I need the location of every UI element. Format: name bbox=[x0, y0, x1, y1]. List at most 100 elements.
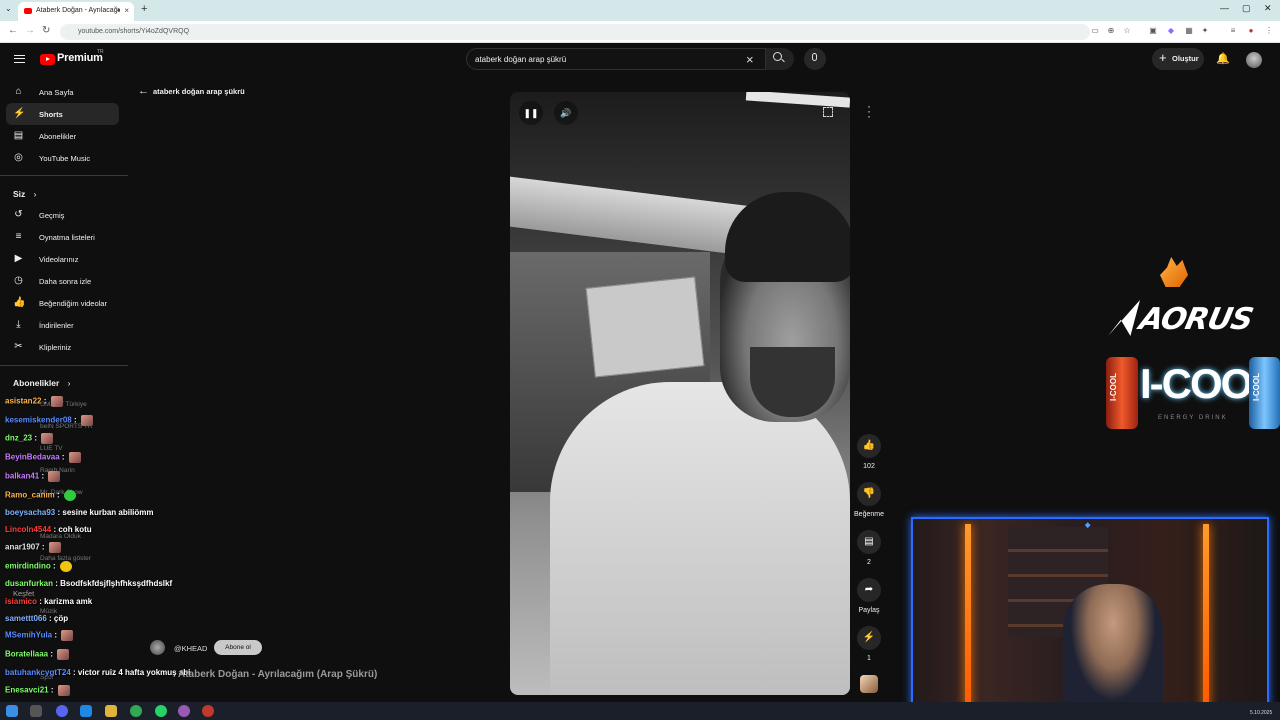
chat-emote-icon bbox=[68, 452, 81, 463]
youtube-logo-icon[interactable] bbox=[40, 54, 55, 65]
liked-icon: 👍 bbox=[13, 297, 26, 308]
url-field[interactable]: youtube.com/shorts/Yi4oZdQVRQQ bbox=[60, 24, 1090, 40]
webcam-frame-badge-icon: ◆ bbox=[1085, 522, 1091, 529]
browser-tab[interactable]: Ataberk Doğan - Ayrılacağı ◂ × bbox=[18, 2, 134, 21]
chat-message: batuhankcygtT24 : victor ruiz 4 hafta yo… bbox=[5, 668, 191, 677]
sidebar-item-playlists[interactable]: ≡ Oynatma listeleri bbox=[6, 226, 119, 248]
whatsapp-icon[interactable] bbox=[155, 705, 167, 717]
home-icon: ⌂ bbox=[15, 86, 22, 97]
remix-button[interactable]: ⚡ 1 bbox=[853, 626, 885, 662]
extension-icon[interactable]: ◆ bbox=[1166, 26, 1176, 36]
sidebar-item-subscriptions[interactable]: ▤ Abonelikler bbox=[6, 125, 119, 147]
extension-icon[interactable]: ▣ bbox=[1148, 26, 1158, 36]
zoom-icon[interactable]: ⊕ bbox=[1106, 26, 1116, 36]
back-to-search-link[interactable]: ataberk doğan arap şükrü bbox=[153, 87, 245, 96]
sidebar-item-liked-videos[interactable]: 👍 Beğendiğim videolar bbox=[6, 292, 119, 314]
clips-icon: ✂ bbox=[14, 341, 23, 352]
maximize-button[interactable]: ▢ bbox=[1242, 3, 1251, 14]
share-button[interactable]: ➦ Paylaş bbox=[853, 578, 885, 614]
forward-icon[interactable]: → bbox=[25, 25, 35, 36]
tab-close-icon[interactable]: × bbox=[124, 6, 129, 15]
youtube-logo-text[interactable]: Premium bbox=[57, 52, 103, 64]
profile-icon[interactable]: ● bbox=[1246, 26, 1256, 36]
clear-search-icon[interactable]: × bbox=[746, 52, 754, 67]
sidebar-item-clips[interactable]: ✂ Klipleriniz bbox=[6, 336, 119, 358]
chat-message: asistan22 : bbox=[5, 396, 63, 407]
account-avatar[interactable] bbox=[1246, 52, 1262, 68]
app-icon[interactable] bbox=[202, 705, 214, 717]
back-arrow-icon[interactable]: ← bbox=[138, 85, 149, 97]
sidebar-item-watch-later[interactable]: ◷ Daha sonra izle bbox=[6, 270, 119, 292]
sidebar-item-history[interactable]: ↺ Geçmiş bbox=[6, 204, 119, 226]
chat-message: dnz_23 : bbox=[5, 433, 54, 444]
can-label: I-COOL bbox=[1252, 373, 1261, 401]
discord-icon[interactable] bbox=[56, 705, 68, 717]
close-window-button[interactable]: ✕ bbox=[1264, 3, 1272, 14]
chat-message: anar1907 : bbox=[5, 542, 61, 553]
create-button[interactable]: + Oluştur bbox=[1152, 48, 1204, 70]
dislike-button[interactable]: 👎 Beğenme bbox=[853, 482, 885, 518]
search-input[interactable]: ataberk doğan arap şükrü × bbox=[466, 48, 766, 70]
chat-text: coh kotu bbox=[58, 525, 92, 534]
bookmark-star-icon[interactable]: ☆ bbox=[1122, 26, 1132, 36]
notifications-bell-icon[interactable]: 🔔 bbox=[1216, 52, 1230, 65]
your-videos-icon: ▶ bbox=[14, 253, 23, 264]
channel-name[interactable]: @KHEAD bbox=[174, 644, 207, 653]
sidebar-item-home[interactable]: ⌂ Ana Sayfa bbox=[6, 81, 119, 103]
hamburger-menu-icon[interactable] bbox=[14, 55, 25, 63]
comments-button[interactable]: ▤ 2 bbox=[853, 530, 885, 566]
subscribe-button[interactable]: Abone ol bbox=[214, 640, 262, 655]
sidebar-you-heading[interactable]: Siz › bbox=[13, 189, 37, 199]
extension-icon[interactable]: ▦ bbox=[1184, 26, 1194, 36]
music-icon: ◎ bbox=[14, 152, 23, 163]
fullscreen-icon[interactable] bbox=[823, 107, 833, 117]
chat-emote-icon bbox=[80, 415, 93, 426]
pause-button[interactable]: ❚❚ bbox=[519, 101, 543, 125]
voice-search-button[interactable] bbox=[804, 48, 826, 70]
chat-message: Ramo_canım : bbox=[5, 490, 76, 501]
chrome-icon[interactable] bbox=[130, 705, 142, 717]
browser-menu-icon[interactable]: ⋮ bbox=[1264, 26, 1274, 36]
sidebar-divider bbox=[0, 175, 128, 176]
streamer-webcam: ◆ bbox=[911, 517, 1269, 708]
chat-emote-icon bbox=[48, 542, 61, 553]
reload-icon[interactable]: ↻ bbox=[42, 25, 50, 36]
search-query: ataberk doğan arap şükrü bbox=[475, 55, 567, 64]
sidebar-item-shorts[interactable]: ⚡ Shorts bbox=[6, 103, 119, 125]
energy-can-blue: I-COOL bbox=[1249, 357, 1280, 429]
tab-audio-icon[interactable]: ◂ bbox=[116, 6, 120, 14]
sidebar-heading-label: Abonelikler bbox=[13, 378, 60, 388]
volume-button[interactable]: 🔊 bbox=[554, 101, 578, 125]
obs-icon[interactable] bbox=[178, 705, 190, 717]
cast-icon[interactable]: ▭ bbox=[1090, 26, 1100, 36]
shorts-video-player[interactable]: ❚❚ 🔊 bbox=[510, 92, 850, 695]
sidebar-item-label: YouTube Music bbox=[39, 154, 91, 163]
like-button[interactable]: 👍 102 bbox=[853, 434, 885, 470]
chat-username: kesemiskender08 bbox=[5, 415, 72, 425]
more-options-icon[interactable]: · · · bbox=[864, 100, 874, 122]
file-explorer-icon[interactable] bbox=[105, 705, 117, 717]
sidebar-item-label: Shorts bbox=[39, 110, 63, 119]
sidebar-subscriptions-heading[interactable]: Abonelikler › bbox=[13, 378, 71, 388]
chat-username: Lincoln4544 bbox=[5, 525, 52, 534]
reading-list-icon[interactable]: ≡ bbox=[1228, 26, 1238, 36]
chat-username: boeysacha93 bbox=[5, 508, 56, 517]
audio-thumbnail[interactable] bbox=[860, 675, 878, 693]
channel-avatar[interactable] bbox=[150, 640, 165, 655]
puzzle-icon[interactable]: ✦ bbox=[1200, 26, 1210, 36]
chat-username: dnz_23 bbox=[5, 433, 33, 443]
new-tab-button[interactable]: + bbox=[141, 3, 147, 15]
minimize-button[interactable]: — bbox=[1220, 3, 1229, 13]
video-person bbox=[550, 382, 850, 695]
video-title[interactable]: Ataberk Doğan - Ayrılacağım (Arap Şükrü) bbox=[178, 669, 377, 680]
edge-icon[interactable] bbox=[80, 705, 92, 717]
start-menu-icon[interactable] bbox=[6, 705, 18, 717]
youtube-header: Premium TR ataberk doğan arap şükrü × + … bbox=[0, 43, 1280, 77]
task-view-icon[interactable] bbox=[30, 705, 42, 717]
tab-search-icon[interactable]: ⌄ bbox=[5, 4, 12, 13]
sidebar-item-downloads[interactable]: ⤓ İndirilenler bbox=[6, 314, 119, 336]
sidebar-item-your-videos[interactable]: ▶ Videolarınız bbox=[6, 248, 119, 270]
back-icon[interactable]: ← bbox=[8, 25, 18, 36]
sidebar-item-youtube-music[interactable]: ◎ YouTube Music bbox=[6, 147, 119, 169]
search-button[interactable] bbox=[766, 48, 794, 70]
